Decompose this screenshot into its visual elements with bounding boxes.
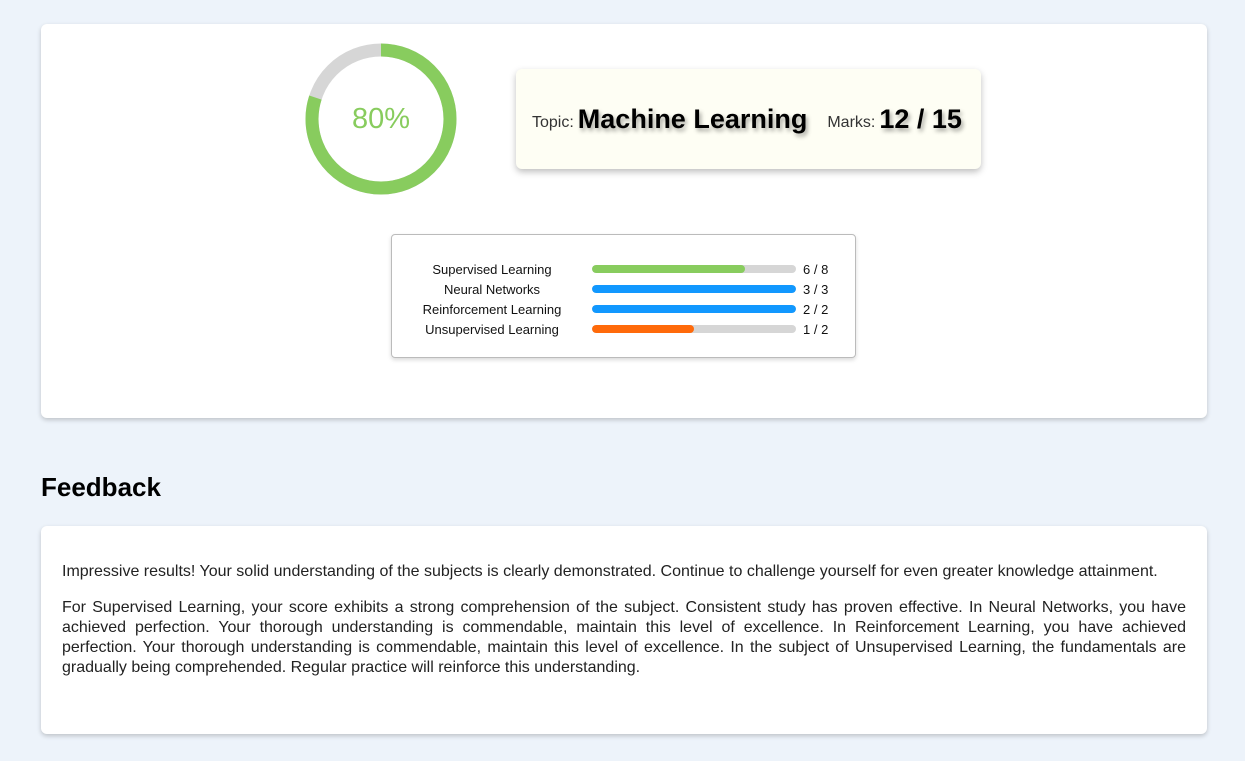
progress-fill	[592, 285, 796, 293]
subject-name: Unsupervised Learning	[425, 321, 559, 337]
marks-value: 12 / 15	[879, 103, 962, 134]
progress-bar	[592, 325, 796, 333]
subject-name: Neural Networks	[443, 281, 541, 297]
subject-score: 6 / 8	[803, 261, 829, 277]
feedback-summary: Impressive results! Your solid understan…	[62, 563, 1158, 580]
subject-score: 3 / 3	[803, 281, 829, 297]
results-card: 80% Topic: Machine Learning Marks: 12 / …	[41, 24, 1207, 418]
subject-name: Supervised Learning	[432, 261, 552, 277]
subject-row: Reinforcement Learning 2 / 2	[392, 299, 855, 319]
progress-bar	[592, 265, 796, 273]
feedback-card: Impressive results! Your solid understan…	[41, 526, 1207, 734]
progress-fill	[592, 325, 694, 333]
subject-breakdown: Supervised Learning 6 / 8 Neural Networks…	[391, 234, 856, 358]
feedback-details: For Supervised Learning, your score exhi…	[62, 599, 1186, 676]
subject-score: 1 / 2	[803, 321, 829, 337]
subject-row: Neural Networks 3 / 3	[392, 279, 855, 299]
marks-label: Marks:	[827, 114, 876, 131]
progress-bar	[592, 285, 796, 293]
score-percent: 80%	[351, 102, 411, 135]
topic-info-box: Topic: Machine Learning Marks: 12 / 15	[516, 69, 981, 169]
subject-score: 2 / 2	[803, 301, 829, 317]
topic-label: Topic:	[532, 114, 574, 131]
progress-fill	[592, 265, 745, 273]
subject-row: Unsupervised Learning 1 / 2	[392, 319, 855, 339]
topic-name: Machine Learning	[577, 103, 808, 134]
feedback-heading: Feedback	[41, 472, 161, 502]
subject-row: Supervised Learning 6 / 8	[392, 259, 855, 279]
progress-bar	[592, 305, 796, 313]
subject-name: Reinforcement Learning	[422, 301, 562, 317]
progress-fill	[592, 305, 796, 313]
